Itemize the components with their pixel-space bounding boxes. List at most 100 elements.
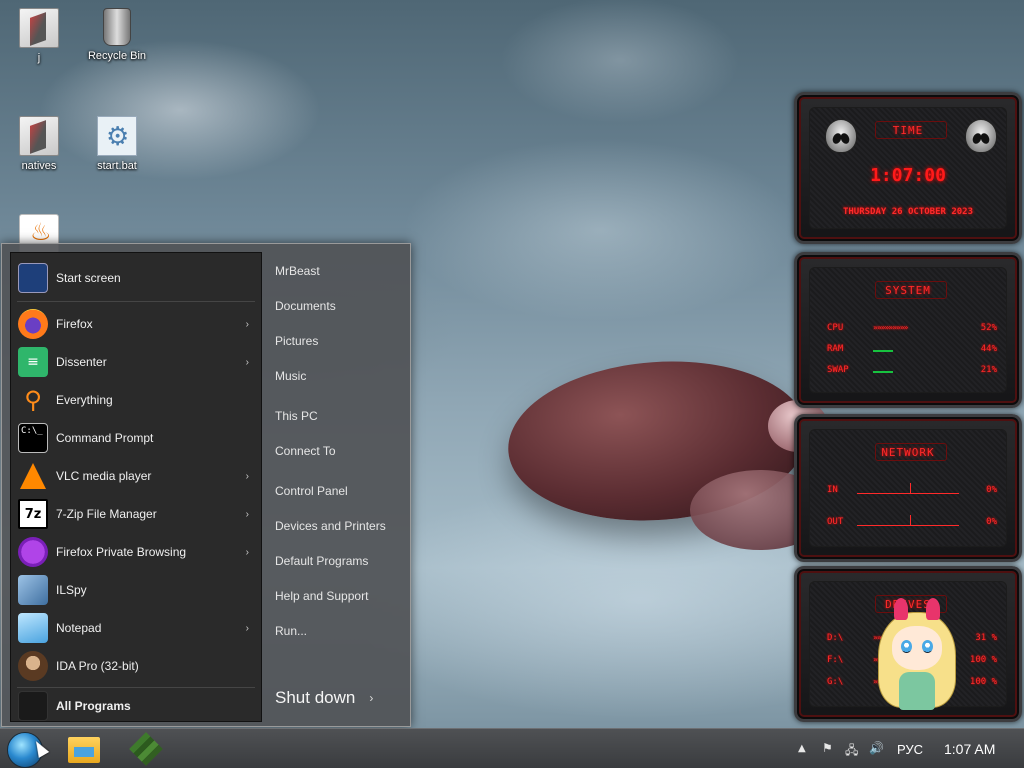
network-out-graph	[857, 515, 959, 526]
all-programs-button[interactable]: All Programs	[11, 687, 261, 725]
start-item-ilspy[interactable]: ILSpy	[11, 571, 261, 609]
cpu-value: 52%	[980, 323, 997, 333]
character-body	[899, 672, 935, 710]
desktop-icon-label: j	[37, 52, 41, 64]
folder-icon	[19, 8, 59, 48]
shutdown-button[interactable]: Shut down ›	[275, 688, 373, 708]
network-in-graph	[857, 483, 959, 494]
divider	[17, 301, 255, 302]
start-screen-icon	[18, 263, 48, 293]
file-explorer-icon[interactable]	[68, 737, 100, 763]
desktop-icon-j[interactable]: j	[4, 8, 74, 64]
start-item-notepad[interactable]: Notepad ›	[11, 609, 261, 647]
start-link-run[interactable]: Run...	[275, 624, 307, 638]
start-item-start-screen[interactable]: Start screen	[11, 259, 261, 297]
swap-label: SWAP	[827, 365, 849, 375]
submenu-arrow-icon[interactable]: ›	[246, 623, 249, 634]
cpu-label: CPU	[827, 323, 844, 333]
all-programs-label: All Programs	[56, 699, 131, 713]
submenu-arrow-icon[interactable]: ›	[246, 319, 249, 330]
start-item-7zip[interactable]: 7z 7-Zip File Manager ›	[11, 495, 261, 533]
system-widget: SYSTEM CPU »»»»»»»»» 52% RAM 44% SWAP 21…	[794, 252, 1022, 408]
cartoon-character-sticker	[872, 596, 962, 726]
network-icon[interactable]: 🖧	[845, 741, 858, 762]
minecraft-icon[interactable]	[129, 732, 163, 766]
start-item-firefox-private[interactable]: Firefox Private Browsing ›	[11, 533, 261, 571]
desktop-icon-natives[interactable]: natives	[4, 116, 74, 172]
start-item-everything[interactable]: ⚲ Everything	[11, 381, 261, 419]
show-hidden-icons-chevron-icon[interactable]: ▲	[798, 743, 806, 754]
submenu-arrow-icon[interactable]: ›	[246, 471, 249, 482]
start-item-firefox[interactable]: Firefox ›	[11, 305, 261, 343]
taskbar: ▲ ⚑ 🖧 🔊 РУС 1:07 AM	[0, 728, 1024, 768]
network-widget: NETWORK IN 0% OUT 0%	[794, 414, 1022, 562]
character-face	[892, 626, 942, 670]
taskbar-clock[interactable]: 1:07 AM	[944, 741, 995, 757]
drive-f-value: 100 %	[969, 655, 997, 665]
shutdown-options-arrow-icon[interactable]: ›	[369, 691, 373, 705]
notepad-icon	[18, 613, 48, 643]
action-center-flag-icon[interactable]: ⚑	[822, 741, 833, 755]
vlc-icon	[18, 461, 48, 491]
network-in-row: IN 0%	[827, 485, 997, 499]
start-link-devices-printers[interactable]: Devices and Printers	[275, 519, 386, 533]
volume-icon[interactable]: 🔊	[869, 741, 884, 755]
drive-d-label: D:\	[827, 633, 844, 643]
submenu-arrow-icon[interactable]: ›	[246, 547, 249, 558]
start-item-ida-pro[interactable]: IDA Pro (32-bit)	[11, 647, 261, 685]
drive-g-label: G:\	[827, 677, 844, 687]
drive-f-label: F:\	[827, 655, 844, 665]
desktop-icon-start-bat[interactable]: start.bat	[82, 116, 152, 172]
drive-g-value: 100 %	[969, 677, 997, 687]
ram-bar	[873, 350, 893, 352]
start-menu: Start screen Firefox › ≡ Dissenter › ⚲ E…	[1, 243, 411, 727]
start-item-label: IDA Pro (32-bit)	[56, 659, 139, 673]
dissenter-icon: ≡	[18, 347, 48, 377]
start-link-pictures[interactable]: Pictures	[275, 334, 318, 348]
network-out-value: 0%	[986, 517, 997, 527]
folder-icon	[19, 116, 59, 156]
time-widget: TIME 1:07:00 THURSDAY 26 OCTOBER 2023	[794, 92, 1022, 244]
ida-pro-icon	[18, 651, 48, 681]
widget-date: THURSDAY 26 OCTOBER 2023	[842, 207, 974, 217]
recycle-bin-icon	[103, 8, 131, 46]
alienware-logo-icon	[825, 119, 857, 153]
submenu-arrow-icon[interactable]: ›	[246, 509, 249, 520]
start-link-connect-to[interactable]: Connect To	[275, 444, 336, 458]
ram-label: RAM	[827, 344, 844, 354]
widget-title: SYSTEM	[885, 284, 931, 297]
all-programs-icon	[18, 691, 48, 721]
start-link-control-panel[interactable]: Control Panel	[275, 484, 348, 498]
start-link-mrbeast[interactable]: MrBeast	[275, 264, 320, 278]
start-item-label: ILSpy	[56, 583, 87, 597]
start-item-dissenter[interactable]: ≡ Dissenter ›	[11, 343, 261, 381]
start-item-label: Firefox	[56, 317, 93, 331]
start-item-label: Everything	[56, 393, 113, 407]
batch-file-icon	[97, 116, 137, 156]
start-link-help-support[interactable]: Help and Support	[275, 589, 368, 603]
start-link-music[interactable]: Music	[275, 369, 306, 383]
desktop-icon-recycle-bin[interactable]: Recycle Bin	[82, 8, 152, 62]
desktop-icon-label: Recycle Bin	[87, 50, 147, 62]
desktop-icon-label: natives	[21, 160, 57, 172]
input-language-indicator[interactable]: РУС	[897, 742, 923, 757]
widget-clock: 1:07:00	[870, 165, 946, 186]
cpu-row: CPU »»»»»»»»» 52%	[827, 323, 997, 337]
drive-d-value: 31 %	[975, 633, 997, 643]
submenu-arrow-icon[interactable]: ›	[246, 357, 249, 368]
start-item-label: Start screen	[56, 271, 121, 285]
start-menu-programs-pane: Start screen Firefox › ≡ Dissenter › ⚲ E…	[10, 252, 262, 722]
alienware-logo-icon	[965, 119, 997, 153]
character-horn	[894, 598, 908, 620]
start-item-label: VLC media player	[56, 469, 152, 483]
start-link-default-programs[interactable]: Default Programs	[275, 554, 368, 568]
start-item-label: 7-Zip File Manager	[56, 507, 157, 521]
network-out-label: OUT	[827, 517, 844, 527]
start-link-this-pc[interactable]: This PC	[275, 409, 318, 423]
start-item-vlc[interactable]: VLC media player ›	[11, 457, 261, 495]
desktop-icon-label: start.bat	[97, 160, 137, 172]
start-item-label: Dissenter	[56, 355, 107, 369]
start-link-documents[interactable]: Documents	[275, 299, 336, 313]
start-item-command-prompt[interactable]: C:\_ Command Prompt	[11, 419, 261, 457]
network-in-label: IN	[827, 485, 838, 495]
